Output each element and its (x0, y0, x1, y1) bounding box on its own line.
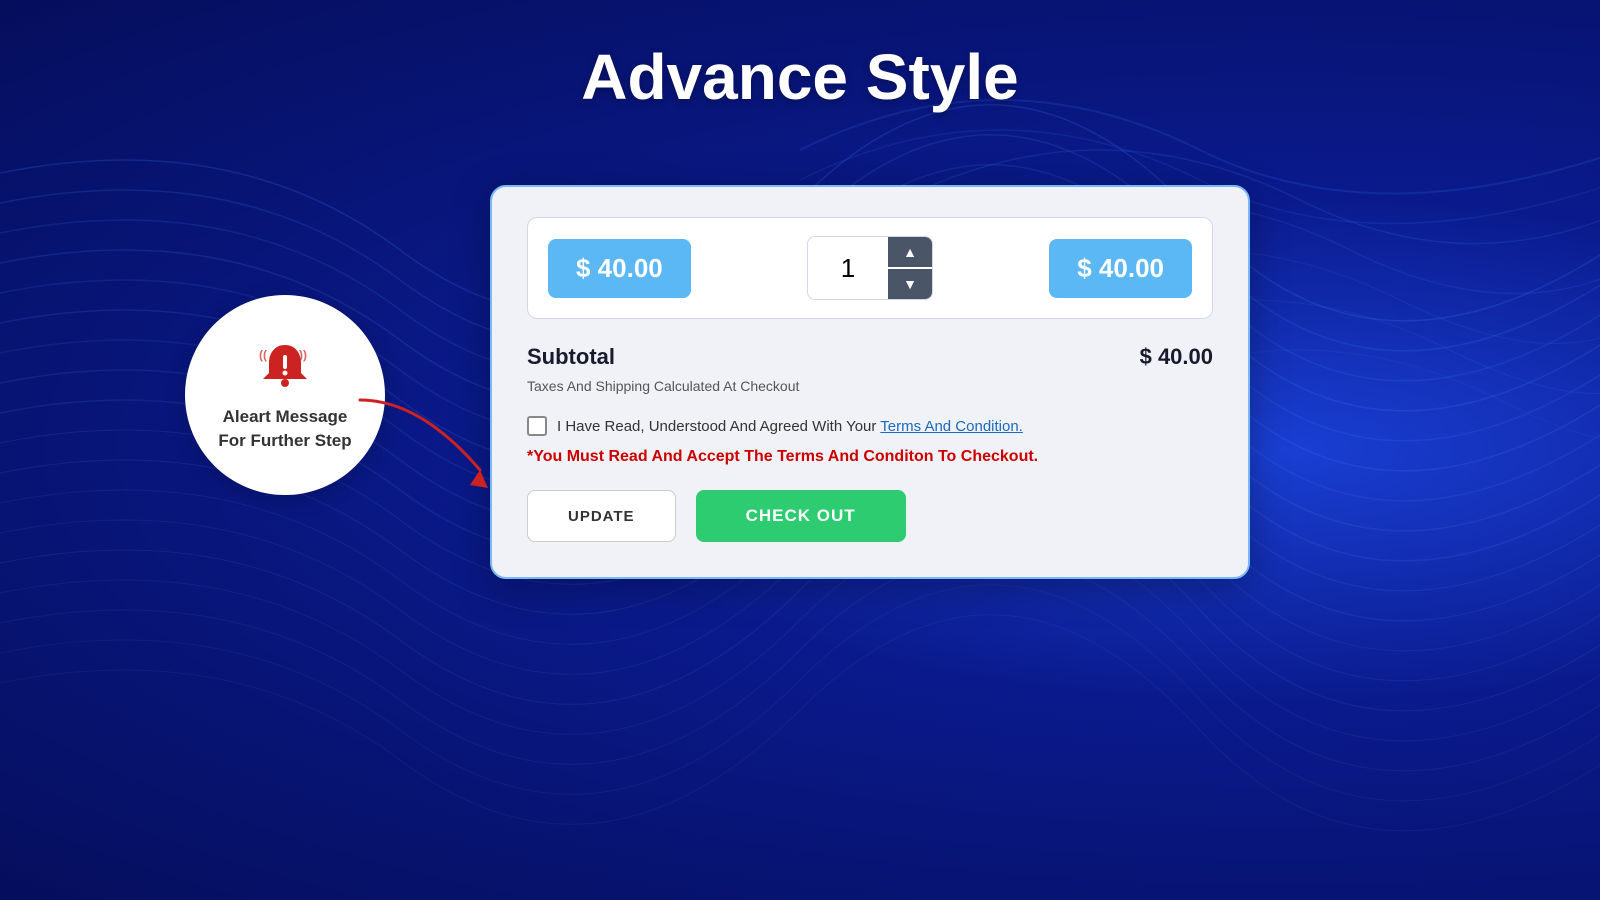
subtotal-row: Subtotal $ 40.00 (527, 344, 1213, 370)
cart-card: $ 40.00 ▲ ▼ $ 40.00 Subtotal $ 40.00 Tax… (490, 185, 1250, 579)
action-buttons-row: UPDATE CHECK OUT (527, 490, 1213, 542)
unit-price-badge: $ 40.00 (548, 239, 691, 298)
checkout-button[interactable]: CHECK OUT (696, 490, 906, 542)
bell-icon: (( )) (255, 337, 315, 397)
alert-bubble-text: Aleart Message For Further Step (218, 405, 351, 453)
quantity-stepper[interactable]: ▲ ▼ (807, 236, 933, 300)
terms-label: I Have Read, Understood And Agreed With … (557, 418, 1023, 435)
terms-checkbox[interactable] (527, 416, 547, 436)
subtotal-label: Subtotal (527, 344, 615, 370)
total-price-badge: $ 40.00 (1049, 239, 1192, 298)
quantity-input[interactable] (808, 243, 888, 294)
update-button[interactable]: UPDATE (527, 490, 676, 542)
product-row: $ 40.00 ▲ ▼ $ 40.00 (527, 217, 1213, 319)
alert-arrow (340, 380, 500, 500)
terms-link[interactable]: Terms And Condition. (880, 418, 1023, 435)
page-title: Advance Style (0, 40, 1600, 114)
qty-decrease-button[interactable]: ▼ (888, 269, 932, 299)
terms-checkbox-row: I Have Read, Understood And Agreed With … (527, 416, 1213, 436)
terms-alert-message: *You Must Read And Accept The Terms And … (527, 448, 1213, 466)
svg-text:((: (( (259, 348, 267, 362)
qty-increase-button[interactable]: ▲ (888, 237, 932, 267)
subtotal-value: $ 40.00 (1140, 344, 1213, 370)
qty-buttons-group: ▲ ▼ (888, 237, 932, 299)
tax-note: Taxes And Shipping Calculated At Checkou… (527, 378, 1213, 394)
